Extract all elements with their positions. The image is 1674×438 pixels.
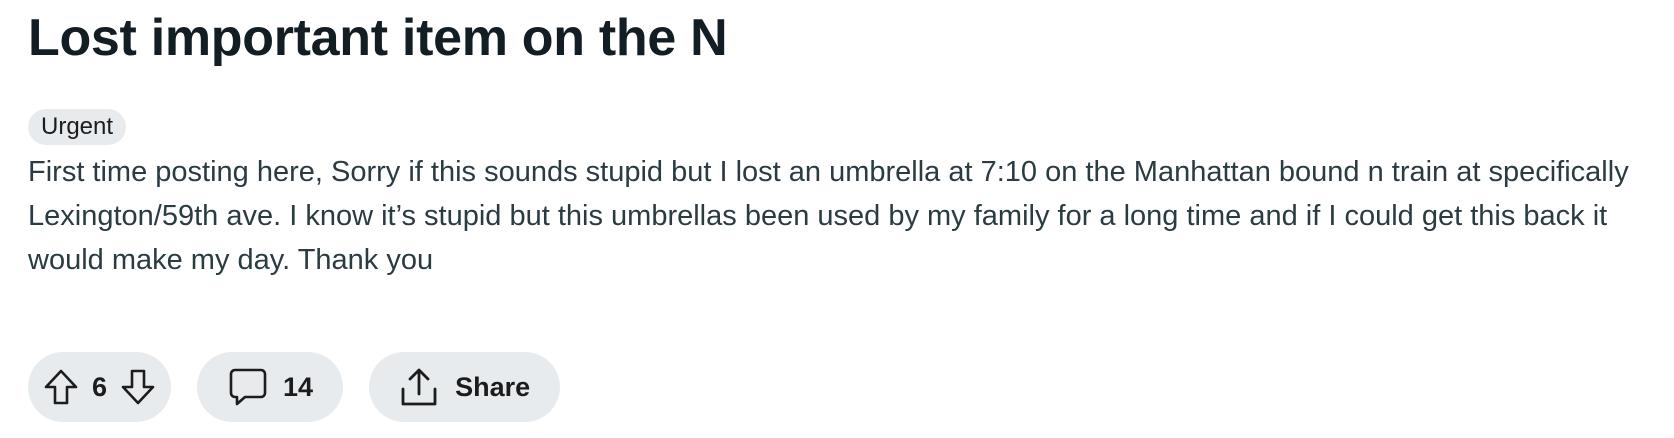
- comment-icon: [229, 367, 267, 407]
- post-flair[interactable]: Urgent: [28, 109, 127, 145]
- upvote-icon[interactable]: [44, 369, 78, 405]
- downvote-icon[interactable]: [121, 369, 155, 405]
- share-icon: [399, 367, 439, 407]
- comments-button[interactable]: 14: [197, 352, 344, 422]
- share-label: Share: [455, 371, 531, 402]
- vote-score: 6: [92, 371, 108, 402]
- share-button[interactable]: Share: [369, 352, 561, 422]
- post-title[interactable]: Lost important item on the N: [28, 6, 728, 70]
- post-action-bar: 6 14 Share: [28, 352, 561, 422]
- vote-control: 6: [28, 352, 172, 422]
- comment-count: 14: [283, 371, 314, 402]
- post-body: First time posting here, Sorry if this s…: [28, 156, 1629, 276]
